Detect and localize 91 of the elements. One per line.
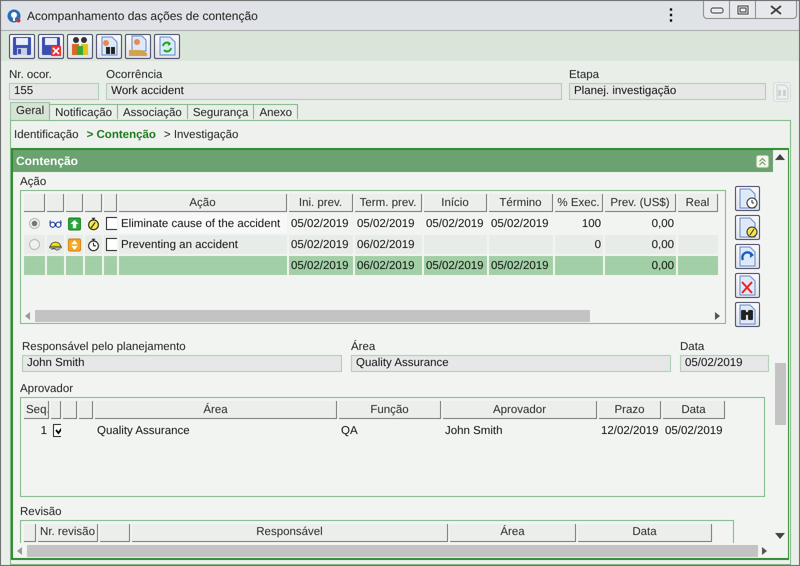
read-only-field: Work accident (106, 83, 562, 100)
column-header[interactable]: Aprovador (443, 401, 597, 419)
collapse-button[interactable] (756, 154, 769, 168)
column-header[interactable]: Data (578, 524, 712, 542)
table-cell: 05/02/2019 (489, 256, 553, 275)
breadcrumb-step[interactable]: > Investigação (164, 128, 238, 142)
section-label: Ação (20, 176, 48, 189)
document-delete-icon (736, 274, 758, 296)
table-cell: 0,00 (605, 235, 676, 254)
field-label: Data (680, 341, 706, 354)
people-button[interactable] (67, 34, 93, 58)
app-logo-icon (7, 8, 21, 22)
column-header[interactable]: Função (339, 401, 441, 419)
tab[interactable]: Notificação (49, 104, 118, 119)
table-cell: 05/02/2019 (424, 256, 487, 275)
radio-button[interactable] (29, 218, 40, 229)
table-cell: 06/02/2019 (355, 256, 422, 275)
maximize-icon (736, 4, 748, 14)
field-label: Responsável pelo planejamento (22, 341, 187, 354)
radio-button[interactable] (29, 239, 40, 250)
read-only-field: Quality Assurance (351, 355, 671, 372)
read-only-field: John Smith (22, 355, 342, 372)
column-header[interactable]: Nr. revisão (38, 524, 98, 542)
close-icon (769, 4, 783, 14)
section-title: Contenção (16, 154, 78, 168)
column-header[interactable]: Prev. (US$) (605, 194, 676, 212)
refresh-button[interactable] (154, 34, 180, 58)
floppy-disk-close-icon (40, 35, 62, 57)
document-binoculars-icon (775, 84, 790, 100)
scroll-left-icon[interactable] (25, 312, 31, 320)
binoculars-icon (736, 304, 758, 326)
scroll-left-icon[interactable] (17, 546, 23, 554)
tab[interactable]: Anexo (253, 104, 298, 119)
document-stopwatch-icon (736, 216, 758, 238)
column-header[interactable]: Ini. prev. (289, 194, 353, 212)
column-header[interactable]: Área (450, 524, 576, 542)
document-arrow-icon (736, 246, 758, 268)
section-label: Aprovador (20, 383, 74, 396)
save-and-close-button[interactable] (38, 34, 64, 58)
scroll-down-icon[interactable] (775, 533, 785, 539)
table-cell: 05/02/2019 (289, 235, 353, 254)
tab[interactable]: Segurança (186, 104, 254, 119)
redo-button[interactable] (735, 244, 760, 269)
column-header[interactable]: Prazo (599, 401, 661, 419)
edit-button[interactable] (735, 215, 760, 240)
table-cell: Eliminate cause of the accident (119, 214, 287, 233)
menu-button[interactable]: ⋮ (663, 8, 679, 24)
column-header[interactable]: Área (95, 401, 337, 419)
column-header[interactable]: Real (678, 194, 718, 212)
table-cell: 05/02/2019 (289, 256, 353, 275)
scroll-right-icon[interactable] (762, 546, 768, 554)
tab[interactable]: Associação (117, 104, 188, 119)
field-label: Nr. ocor. (9, 69, 53, 82)
breadcrumb-step[interactable]: Identificação (14, 128, 79, 142)
checkbox[interactable] (106, 217, 117, 230)
column-header[interactable]: Início (424, 194, 487, 212)
add-button[interactable] (735, 186, 760, 211)
collapse-icon (756, 154, 769, 168)
table-cell: Preventing an accident (119, 235, 287, 254)
column-header[interactable]: Data (663, 401, 725, 419)
save-button[interactable] (9, 34, 35, 58)
field-label: Área (351, 341, 376, 354)
document-hand-button[interactable] (125, 34, 151, 58)
scroll-right-icon[interactable] (715, 312, 721, 320)
column-header[interactable]: Responsável (132, 524, 448, 542)
table-cell: 0,00 (605, 256, 676, 275)
breadcrumb-step[interactable]: > Contenção (86, 128, 156, 142)
column-header[interactable]: % Exec. (555, 194, 603, 212)
read-only-field: Planej. investigação (568, 83, 766, 100)
read-only-field: 155 (9, 83, 100, 100)
people-icon (69, 35, 91, 57)
read-only-field: 05/02/2019 (680, 355, 769, 372)
tab[interactable]: Geral (10, 102, 50, 120)
column-header[interactable]: Term. prev. (355, 194, 422, 212)
scroll-thumb[interactable] (775, 363, 786, 425)
section-label: Revisão (20, 506, 63, 519)
column-header[interactable]: Término (489, 194, 553, 212)
scroll-up-icon[interactable] (775, 154, 785, 160)
checkbox[interactable] (106, 238, 117, 251)
field-label: Ocorrência (106, 69, 164, 82)
document-stopwatch-icon (736, 188, 758, 210)
table-cell: 0 (555, 235, 603, 254)
window-title: Acompanhamento das ações de contenção (27, 8, 258, 22)
document-search-button[interactable] (96, 34, 122, 58)
document-hand-icon (127, 35, 149, 57)
view-button[interactable] (735, 302, 760, 327)
delete-button[interactable] (735, 273, 760, 298)
column-header[interactable]: Ação (119, 194, 287, 212)
table-cell: 06/02/2019 (355, 235, 422, 254)
field-label: Etapa (568, 69, 600, 82)
minimize-icon (710, 6, 724, 14)
